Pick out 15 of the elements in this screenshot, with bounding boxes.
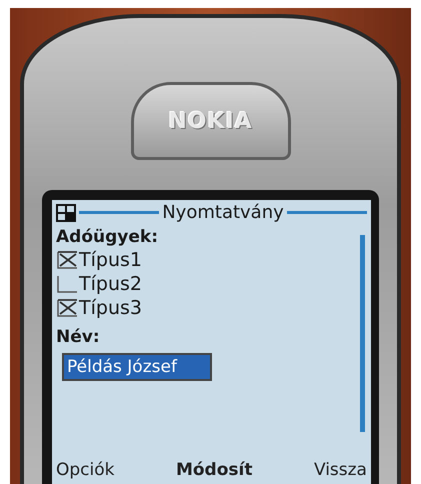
checkbox-label: Típus1 [79, 249, 142, 271]
name-label: Név: [56, 327, 101, 347]
softkey[interactable]: Vissza [314, 460, 367, 480]
screen-title: Nyomtatvány [162, 202, 284, 223]
group-label: Adóügyek: [56, 227, 159, 247]
checkbox-label: Típus3 [79, 297, 142, 319]
phone-logo: NOKIA [168, 108, 253, 134]
checkbox[interactable] [56, 275, 78, 293]
checkbox-label: Típus2 [79, 273, 142, 295]
checkbox[interactable] [56, 251, 78, 269]
softkey[interactable]: Opciók [56, 460, 114, 480]
softkey[interactable]: Módosít [176, 460, 252, 480]
checkbox[interactable] [56, 299, 78, 317]
name-field[interactable]: Példás József [62, 353, 212, 381]
form-icon [56, 204, 76, 222]
